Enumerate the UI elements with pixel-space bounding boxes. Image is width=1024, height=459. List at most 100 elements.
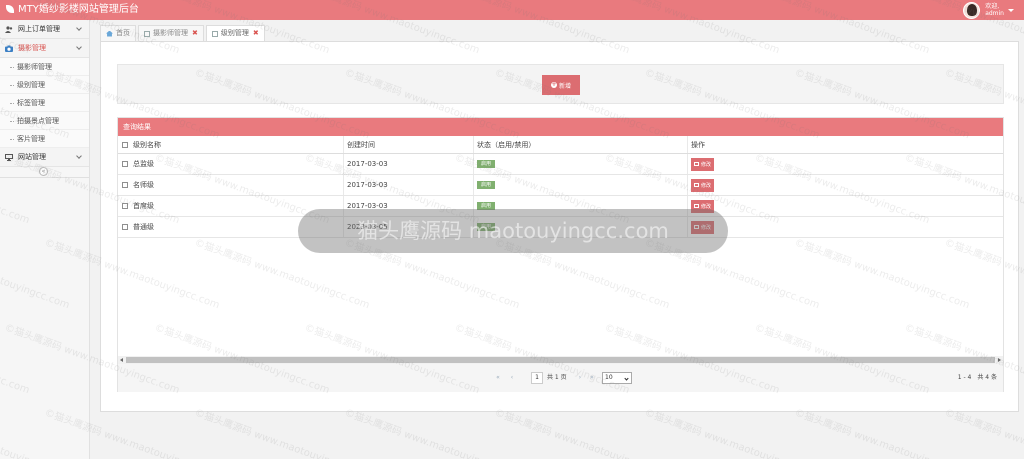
welcome-text: 欢迎,	[985, 3, 1000, 10]
scroll-right-icon[interactable]	[998, 358, 1001, 362]
edit-button[interactable]: 修改	[691, 157, 715, 171]
pagination-bar: « ‹ 1 共 1 页 › » 10 1 - 4 共 4 条	[118, 364, 1003, 392]
column-divider	[687, 136, 688, 153]
next-page-icon[interactable]: ›	[576, 374, 584, 382]
level-name: 首席级	[133, 202, 154, 210]
sidebar-group-orders[interactable]: 网上订单管理	[0, 20, 89, 39]
watermark-text: ©猫头鹰源码 www.maotouyingcc.com	[943, 407, 1024, 459]
tab-label: 摄影师管理	[153, 29, 188, 37]
sidebar-group-label: 网站管理	[18, 153, 46, 161]
column-divider	[687, 217, 688, 237]
page-size-select[interactable]: 10	[602, 372, 632, 384]
first-page-icon[interactable]: «	[494, 374, 502, 382]
column-divider	[687, 196, 688, 216]
avatar[interactable]	[963, 1, 981, 19]
watermark-text: ©猫头鹰源码 www.maotouyingcc.com	[343, 407, 521, 459]
add-button[interactable]: + 新增	[542, 75, 580, 95]
created-date: 2017-03-03	[347, 160, 388, 168]
select-all-checkbox[interactable]	[122, 141, 128, 148]
column-divider	[343, 196, 344, 216]
level-name: 普通级	[133, 223, 154, 231]
row-checkbox[interactable]	[122, 203, 128, 209]
table-row[interactable]: 名师级 2017-03-03 启用 修改	[118, 175, 1003, 196]
edit-button[interactable]: 修改	[691, 178, 715, 192]
tab-bar: 首页 摄影师管理 ✖ 级别管理 ✖	[100, 25, 267, 41]
tab-home[interactable]: 首页	[100, 25, 136, 41]
user-menu[interactable]: 欢迎, admin	[963, 1, 1014, 19]
result-title: 查询结果	[118, 118, 1003, 136]
leaf-icon	[6, 5, 14, 13]
column-divider	[343, 154, 344, 174]
username-text: admin	[985, 10, 1004, 17]
top-bar: MTY婚纱影楼网站管理后台 欢迎, admin	[0, 0, 1024, 20]
chevron-down-icon	[624, 376, 629, 381]
created-date: 2017-03-03	[347, 181, 388, 189]
desktop-icon	[5, 154, 13, 161]
sidebar-item-levels[interactable]: 级别管理	[0, 76, 89, 94]
sidebar-group-label: 摄影管理	[18, 44, 46, 52]
scrollbar-thumb[interactable]	[126, 357, 995, 363]
page-size-value: 10	[605, 374, 613, 381]
sidebar-group-photography[interactable]: 摄影管理	[0, 39, 89, 58]
collapse-sidebar-icon[interactable]: «	[39, 167, 48, 176]
home-icon	[106, 30, 113, 37]
users-icon	[5, 26, 13, 33]
row-checkbox[interactable]	[122, 161, 128, 167]
app-title: MTY婚纱影楼网站管理后台	[18, 4, 139, 15]
status-badge: 启用	[477, 181, 496, 189]
page-number-input[interactable]: 1	[531, 372, 543, 384]
last-page-icon[interactable]: »	[588, 374, 596, 382]
edit-icon	[694, 162, 699, 166]
edit-label: 修改	[701, 161, 712, 168]
main-panel: + 新增 查询结果 级别名称 创建时间 状态（启用/禁用） 操作 总监级 201…	[100, 41, 1019, 412]
tab-label: 首页	[116, 29, 130, 37]
row-checkbox[interactable]	[122, 224, 128, 230]
sidebar-item-client-photos[interactable]: 客片管理	[0, 130, 89, 148]
prev-page-icon[interactable]: ‹	[508, 374, 516, 382]
close-icon[interactable]: ✖	[253, 26, 259, 41]
edit-icon	[694, 225, 699, 229]
scroll-left-icon[interactable]	[120, 358, 123, 362]
sidebar-collapse-bar: «	[0, 164, 89, 178]
sidebar-group-label: 网上订单管理	[18, 25, 60, 33]
column-header-actions: 操作	[691, 140, 705, 149]
edit-icon	[694, 183, 699, 187]
status-badge: 启用	[477, 202, 496, 210]
column-divider	[343, 136, 344, 153]
column-header-created[interactable]: 创建时间	[347, 136, 375, 153]
app-brand[interactable]: MTY婚纱影楼网站管理后台	[6, 3, 139, 17]
result-panel: 查询结果 级别名称 创建时间 状态（启用/禁用） 操作 总监级 2017-03-…	[117, 117, 1004, 392]
edit-label: 修改	[701, 203, 712, 210]
row-checkbox[interactable]	[122, 182, 128, 188]
chevron-down-icon	[76, 25, 82, 31]
sidebar-item-photographers[interactable]: 摄影师管理	[0, 58, 89, 76]
created-date: 2017-03-03	[347, 202, 388, 210]
watermark-text: ©猫头鹰源码 www.maotouyingcc.com	[193, 407, 371, 459]
edit-button[interactable]: 修改	[691, 220, 715, 234]
column-divider	[473, 175, 474, 195]
column-divider	[473, 217, 474, 237]
edit-label: 修改	[701, 182, 712, 189]
chevron-down-icon	[76, 44, 82, 50]
column-divider	[473, 154, 474, 174]
column-divider	[687, 175, 688, 195]
total-pages-text: 共 1 页	[547, 374, 567, 381]
tab-levels[interactable]: 级别管理 ✖	[205, 25, 265, 41]
watermark-text: ©猫头鹰源码 www.maotouyingcc.com	[793, 407, 971, 459]
sidebar-item-scenic-spots[interactable]: 拍摄景点管理	[0, 112, 89, 130]
close-icon[interactable]: ✖	[192, 26, 198, 41]
tab-photographers[interactable]: 摄影师管理 ✖	[138, 25, 204, 41]
table-row[interactable]: 总监级 2017-03-03 启用 修改	[118, 154, 1003, 175]
watermark-text: ©猫头鹰源码 www.maotouyingcc.com	[643, 407, 821, 459]
table-row[interactable]: 首席级 2017-03-03 启用 修改	[118, 196, 1003, 217]
edit-label: 修改	[701, 224, 712, 231]
edit-button[interactable]: 修改	[691, 199, 715, 213]
table-row[interactable]: 普通级 2023-03-05 启用 修改	[118, 217, 1003, 238]
column-header-status[interactable]: 状态（启用/禁用）	[477, 136, 535, 153]
horizontal-scrollbar[interactable]	[118, 356, 1003, 364]
column-header-name[interactable]: 级别名称	[133, 136, 161, 153]
camera-icon	[5, 45, 13, 52]
sidebar-item-tags[interactable]: 标签管理	[0, 94, 89, 112]
column-divider	[343, 217, 344, 237]
caret-down-icon[interactable]	[1008, 8, 1014, 12]
